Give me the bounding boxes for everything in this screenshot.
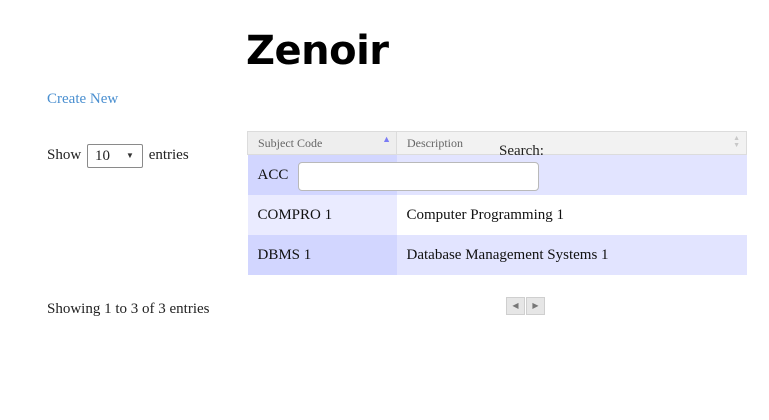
- chevron-down-icon: ▼: [126, 150, 134, 160]
- create-new-link[interactable]: Create New: [47, 90, 118, 108]
- pagination: ◀ ▶: [506, 297, 546, 315]
- next-page-icon: ▶: [532, 301, 539, 310]
- length-prefix-label: Show: [47, 147, 82, 163]
- cell-subject-code: DBMS 1: [247, 235, 397, 275]
- column-header-description[interactable]: Description ▲ ▼: [396, 131, 747, 155]
- sort-ascending-icon: ▲: [382, 134, 391, 144]
- column-header-label: Description: [407, 135, 463, 150]
- entries-per-page-value: 10: [94, 147, 110, 164]
- subjects-table: Subject Code ▲ Description ▲ ▼ ACC COMPRO…: [247, 131, 747, 275]
- previous-page-button[interactable]: ◀: [506, 297, 525, 315]
- table-row[interactable]: DBMS 1 Database Management Systems 1: [247, 235, 747, 275]
- next-page-button[interactable]: ▶: [526, 297, 545, 315]
- table-header-row: Subject Code ▲ Description ▲ ▼: [247, 131, 747, 155]
- search-input[interactable]: [298, 162, 539, 191]
- column-header-subject-code[interactable]: Subject Code ▲: [247, 131, 397, 155]
- sort-both-icon: ▲ ▼: [733, 134, 740, 149]
- table-info-text: Showing 1 to 3 of 3 entries: [47, 301, 210, 317]
- entries-per-page-select[interactable]: 10 ▼: [86, 143, 143, 168]
- brand-logo: Zenoir: [246, 28, 389, 74]
- cell-description: Computer Programming 1: [396, 195, 747, 235]
- page: Zenoir Create New Show 10 ▼ entries Subj…: [0, 0, 769, 420]
- column-header-label: Subject Code: [258, 135, 323, 150]
- search-label: Search:: [499, 143, 544, 159]
- table-row[interactable]: COMPRO 1 Computer Programming 1: [247, 195, 747, 235]
- length-suffix-label: entries: [148, 147, 189, 163]
- previous-page-icon: ◀: [512, 301, 519, 310]
- entries-length-control: Show 10 ▼ entries: [47, 142, 189, 168]
- cell-description: Database Management Systems 1: [396, 235, 747, 275]
- cell-subject-code: COMPRO 1: [247, 195, 397, 235]
